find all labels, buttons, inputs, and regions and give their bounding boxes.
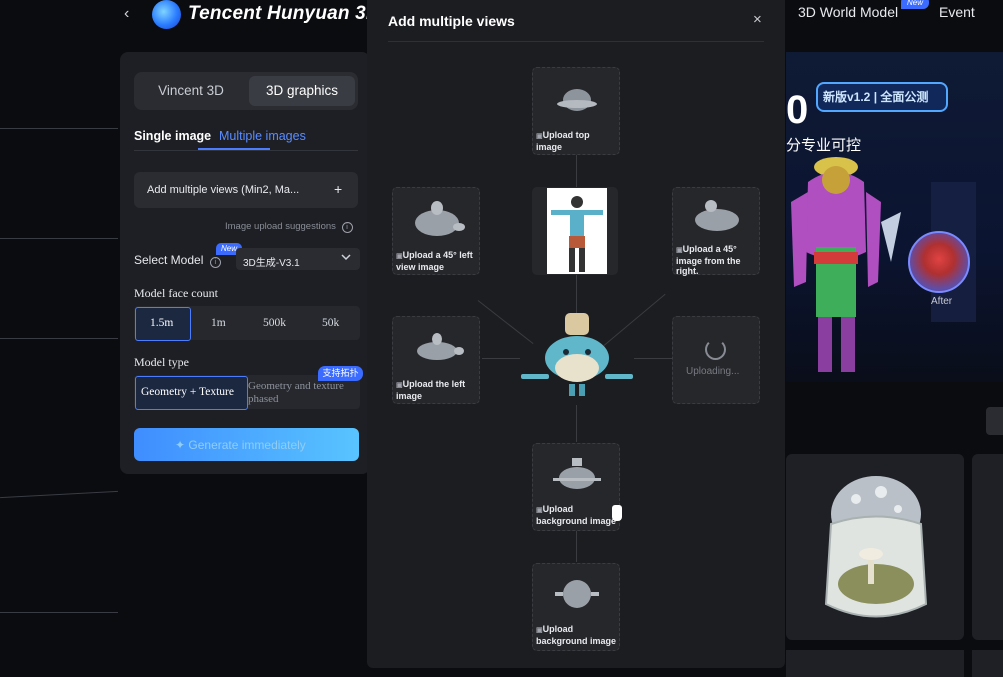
connector-line [482,358,520,359]
face-count-option[interactable]: 500k [263,317,286,329]
character-front-image [551,196,603,272]
upload-right45-slot[interactable]: ▣Upload a 45° image from the right. [672,187,760,276]
image-icon: ▣ [536,133,543,140]
model-type-option-label: Geometry + Texture [141,386,234,398]
model-thumbnail [417,333,464,360]
bg-line [0,612,118,613]
tab-3d-graphics[interactable]: 3D graphics [249,76,355,106]
image-icon: ▣ [676,247,683,254]
after-thumbnail[interactable] [908,231,970,293]
model-type-option-phased[interactable]: Geometry and texture phased [248,380,358,406]
face-count-option[interactable]: 50k [322,317,339,329]
model-select-value: 3D生成-V3.1 [243,258,300,269]
loading-spinner-icon [705,339,726,360]
upload-left45-label: ▣Upload a 45° left view image [396,250,473,272]
front-view-image [547,188,607,274]
upload-suggestions-label: Image upload suggestions [225,221,336,232]
face-count-label: Model face count [134,286,218,300]
gallery-card[interactable] [786,454,964,640]
dialog-divider [388,41,764,42]
connector-line [634,358,672,359]
divider [134,150,358,151]
bg-line [0,490,118,499]
face-count-option[interactable]: 1m [211,317,226,329]
close-icon[interactable]: × [753,11,762,28]
main-3d-model [521,313,633,396]
after-label: After [931,296,953,307]
bg-line [0,238,118,239]
connector-line [576,154,577,188]
topology-badge: 支持拓扑 [318,366,363,381]
upload-right45-label: ▣Upload a 45° image from the right. [676,244,741,276]
plus-icon: + [334,181,343,197]
tab-vincent-3d[interactable]: Vincent 3D [138,76,244,106]
upload-left45-slot[interactable]: ▣Upload a 45° left view image [392,187,480,275]
upload-background-label: ▣Upload background image [536,504,617,526]
gallery-card[interactable] [786,650,964,677]
gallery-card[interactable] [972,650,1003,677]
connector-line [576,405,577,442]
generate-text: Generate immediately [188,438,306,452]
upload-left-slot[interactable]: ▣Upload the left image [392,316,480,404]
image-icon: ▣ [536,627,543,634]
dialog-title: Add multiple views [388,13,515,29]
nav-event[interactable]: Event [939,4,975,20]
upload-top-slot[interactable]: ▣Upload top image [532,67,620,155]
select-model-label: Select Model i [134,253,221,268]
banner-big-text: 0 [786,88,809,132]
bg-line [0,128,118,129]
model-thumbnail [555,580,599,608]
model-thumbnail [553,458,601,489]
active-tab-indicator [198,148,270,150]
sparkle-icon: ✦ [175,438,189,452]
image-icon: ▣ [536,507,543,514]
connector-line [576,528,577,562]
subtab-multiple-images[interactable]: Multiple images [219,129,306,143]
bg-line [0,338,118,339]
banner-subtitle: 分专业可控 [786,137,862,154]
back-icon[interactable]: ‹ [124,5,129,23]
upload-background-slot-2[interactable]: ▣Upload background image [532,563,620,651]
upload-right-slot[interactable] [672,316,760,404]
upload-suggestions-link[interactable]: Image upload suggestions i [225,221,353,233]
info-icon: i [341,222,353,233]
upload-top-label: ▣Upload top image [536,130,590,152]
carousel-arrow[interactable] [986,407,1003,435]
image-icon: ▣ [396,382,403,389]
mouse-cursor-icon [612,505,622,521]
model-thumbnail [695,200,739,231]
select-model-text: Select Model [134,253,204,267]
hunyuan-logo-icon [152,0,181,29]
model-thumbnail [415,201,465,236]
gallery-card[interactable] [972,454,1003,640]
chevron-down-icon [341,253,351,263]
chair-model-image [824,476,928,618]
upload-left-label: ▣Upload the left image [396,379,466,401]
face-count-option[interactable]: 1.5m [150,317,173,329]
nav-new-badge: New [901,0,929,9]
model-thumbnail [557,89,597,111]
add-views-label: Add multiple views (Min2, Ma... [147,184,300,196]
version-badge-label: 新版v1.2 | 全面公测 [823,90,929,104]
subtab-single-image[interactable]: Single image [134,129,211,143]
brand-title: Tencent Hunyuan 3D [188,3,380,24]
model-type-label: Model type [134,355,189,369]
nav-world-model[interactable]: 3D World Model [798,4,898,20]
generate-button-label: ✦ Generate immediately [175,438,306,452]
uploading-status: Uploading... [686,366,740,377]
image-icon: ▣ [396,253,403,260]
upload-background-label: ▣Upload background image [536,624,617,646]
info-icon: i [209,257,221,268]
upload-background-slot[interactable]: ▣Upload background image [532,443,620,531]
